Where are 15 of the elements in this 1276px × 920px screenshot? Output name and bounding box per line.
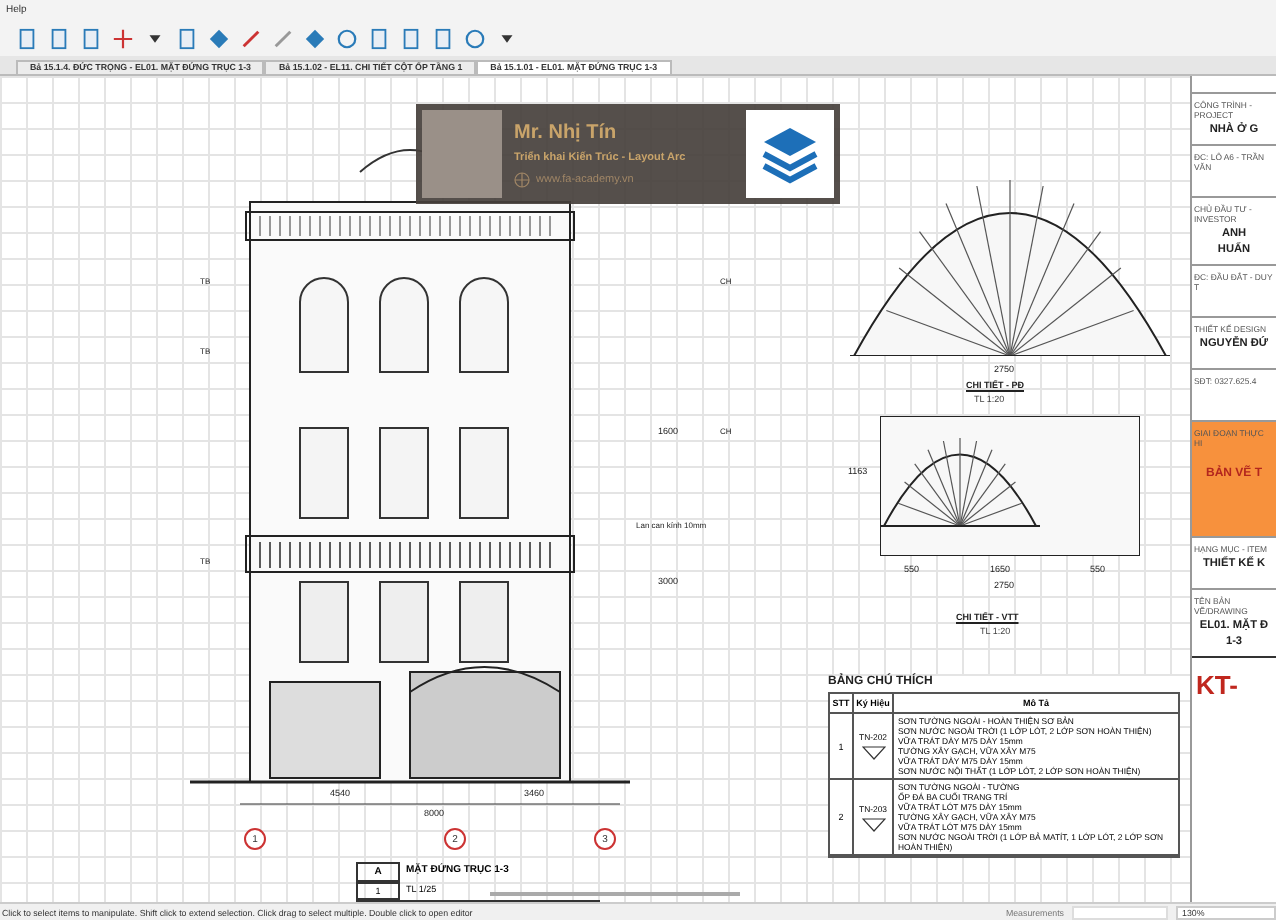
circle-icon[interactable] (336, 27, 358, 49)
measurements-field[interactable] (1072, 906, 1168, 920)
document-icon[interactable] (400, 27, 422, 49)
globe-icon (514, 171, 530, 187)
presenter-name: Mr. Nhị Tín (514, 121, 619, 143)
page-icon[interactable] (368, 27, 390, 49)
photo-placeholder (422, 110, 502, 198)
window-icon[interactable] (176, 27, 198, 49)
level-marker-icon (861, 746, 885, 760)
diamond-icon[interactable] (208, 27, 230, 49)
sheet-code: KT- (1192, 656, 1276, 712)
sheet-icon[interactable] (48, 27, 70, 49)
scrollbar[interactable] (490, 892, 740, 896)
file-icon[interactable] (432, 27, 454, 49)
level-marker-icon (861, 817, 885, 831)
